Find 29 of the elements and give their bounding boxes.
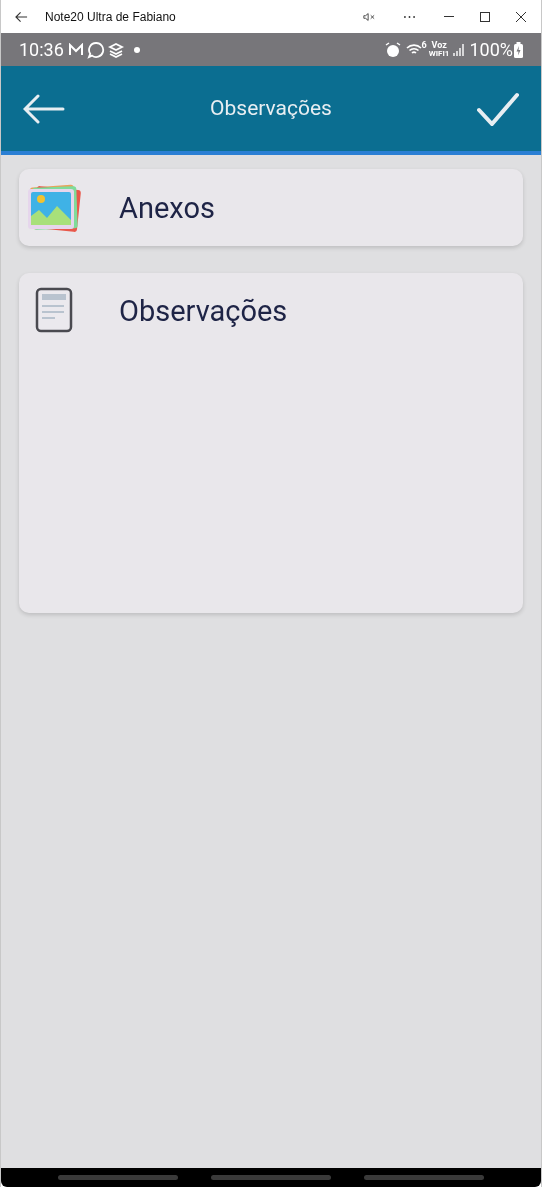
attachments-card[interactable]: Anexos: [19, 169, 523, 246]
card-label: Observações: [119, 293, 288, 330]
more-icon: [403, 15, 415, 18]
back-arrow-icon: [14, 10, 28, 23]
chat-icon: [86, 40, 105, 59]
mail-icon: [67, 42, 84, 57]
wifi-generation-label: 6: [421, 41, 427, 50]
muted-speaker-icon: [363, 11, 375, 22]
maximize-icon: [480, 11, 490, 22]
layers-icon: [107, 41, 124, 58]
battery-percent: 100%: [469, 38, 513, 62]
signal-icon: [452, 42, 465, 57]
checkmark-icon: [477, 91, 519, 126]
dot-icon: [133, 46, 140, 53]
notes-card[interactable]: Observações: [19, 273, 523, 613]
back-arrow-icon: [23, 93, 65, 124]
close-icon: [516, 11, 526, 22]
page-title: Observações: [209, 94, 333, 122]
alarm-icon: [384, 41, 401, 58]
battery-icon: [514, 41, 523, 58]
wifi-icon: [405, 42, 422, 57]
gallery-icon: [27, 183, 81, 232]
window-title: Note20 Ultra de Fabiano: [45, 8, 176, 26]
voz-label: Voz: [431, 41, 447, 50]
minimize-icon: [444, 16, 454, 17]
status-time: 10:36: [19, 38, 64, 62]
card-label: Anexos: [119, 189, 215, 227]
document-icon: [35, 287, 73, 333]
wifi-label: WIFI1: [428, 50, 450, 58]
